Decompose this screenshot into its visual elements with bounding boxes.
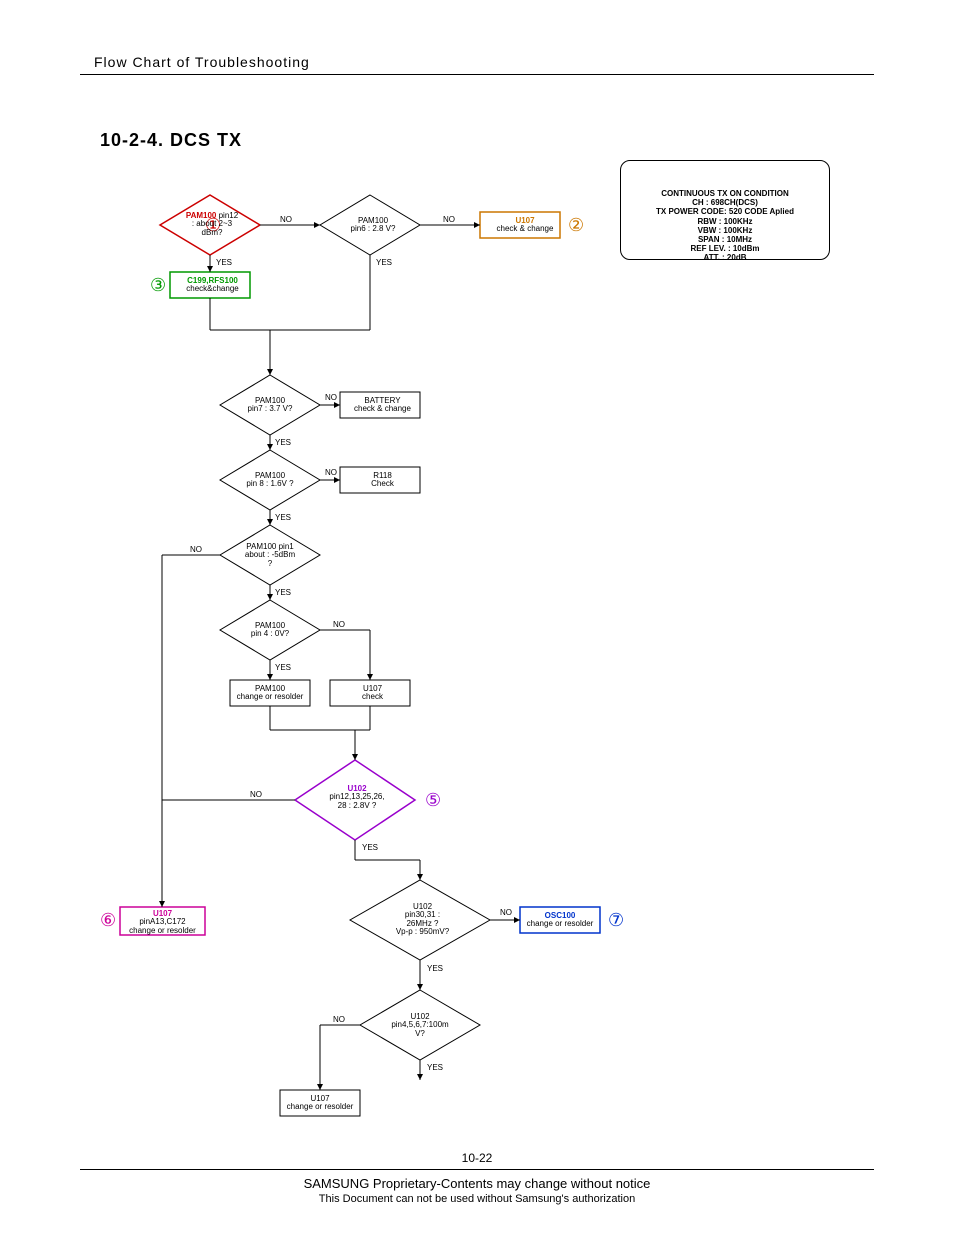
header-rule bbox=[80, 74, 874, 75]
marker-2: ② bbox=[568, 215, 584, 236]
page: Flow Chart of Troubleshooting 10-2-4. DC… bbox=[0, 0, 954, 1235]
section-title: 10-2-4. DCS TX bbox=[100, 130, 242, 151]
battery-label: BATTERYcheck & change bbox=[345, 397, 420, 414]
footer-text-1: SAMSUNG Proprietary-Contents may change … bbox=[80, 1176, 874, 1191]
marker-5: ⑤ bbox=[425, 790, 441, 811]
no-2: NO bbox=[443, 215, 455, 224]
u107d-label: U107change or resolder bbox=[280, 1095, 360, 1112]
footer-text-2: This Document can not be used without Sa… bbox=[80, 1193, 874, 1205]
d3-label: PAM100pin7 : 3.7 V? bbox=[240, 397, 300, 414]
c199-label: C199,RFS100check&change bbox=[175, 277, 250, 294]
no-8: NO bbox=[500, 908, 512, 917]
no-9: NO bbox=[333, 1015, 345, 1024]
yes-3: YES bbox=[275, 438, 291, 447]
footer: 10-22 SAMSUNG Proprietary-Contents may c… bbox=[80, 1151, 874, 1205]
pam100cr-label: PAM100change or resolder bbox=[229, 685, 311, 702]
d7-label: U102pin12,13,25,26,28 : 2.8V ? bbox=[322, 785, 392, 810]
marker-6: ⑥ bbox=[100, 910, 116, 931]
r118-label: R118Check bbox=[345, 472, 420, 489]
marker-7: ⑦ bbox=[608, 910, 624, 931]
yes-2: YES bbox=[376, 258, 392, 267]
no-4: NO bbox=[325, 468, 337, 477]
no-1: NO bbox=[280, 215, 292, 224]
yes-5: YES bbox=[275, 588, 291, 597]
d5-label: PAM100 pin1about : -5dBm? bbox=[240, 543, 300, 568]
no-6: NO bbox=[333, 620, 345, 629]
d4-label: PAM100pin 8 : 1.6V ? bbox=[240, 472, 300, 489]
condition-text: CONTINUOUS TX ON CONDITION CH : 698CH(DC… bbox=[621, 189, 829, 263]
u107b-label: U107pinA13,C172change or resolder bbox=[120, 910, 205, 935]
no-7: NO bbox=[250, 790, 262, 799]
u107a-label: U107check & change bbox=[490, 217, 560, 234]
osc100-label: OSC100change or resolder bbox=[520, 912, 600, 929]
yes-4: YES bbox=[275, 513, 291, 522]
page-header: Flow Chart of Troubleshooting bbox=[94, 54, 310, 70]
page-number: 10-22 bbox=[80, 1151, 874, 1165]
no-5: NO bbox=[190, 545, 202, 554]
yes-6: YES bbox=[275, 663, 291, 672]
flowchart-svg bbox=[80, 160, 640, 1140]
d8-label: U102pin30,31 :26MHz ?Vp-p : 950mV? bbox=[385, 903, 460, 937]
yes-7: YES bbox=[362, 843, 378, 852]
yes-9: YES bbox=[427, 1063, 443, 1072]
d6-label: PAM100pin 4 : 0V? bbox=[240, 622, 300, 639]
footer-rule bbox=[80, 1169, 874, 1170]
marker-3: ③ bbox=[150, 275, 166, 296]
no-3: NO bbox=[325, 393, 337, 402]
yes-8: YES bbox=[427, 964, 443, 973]
condition-box: CONTINUOUS TX ON CONDITION CH : 698CH(DC… bbox=[620, 160, 830, 260]
u107check-label: U107check bbox=[335, 685, 410, 702]
d1-label: PAM100 pin12 : about 2~3dBm? bbox=[182, 212, 242, 237]
d2-label: PAM100pin6 : 2.8 V? bbox=[343, 217, 403, 234]
yes-1: YES bbox=[216, 258, 232, 267]
d9-label: U102pin4,5,6,7:100mV? bbox=[385, 1013, 455, 1038]
